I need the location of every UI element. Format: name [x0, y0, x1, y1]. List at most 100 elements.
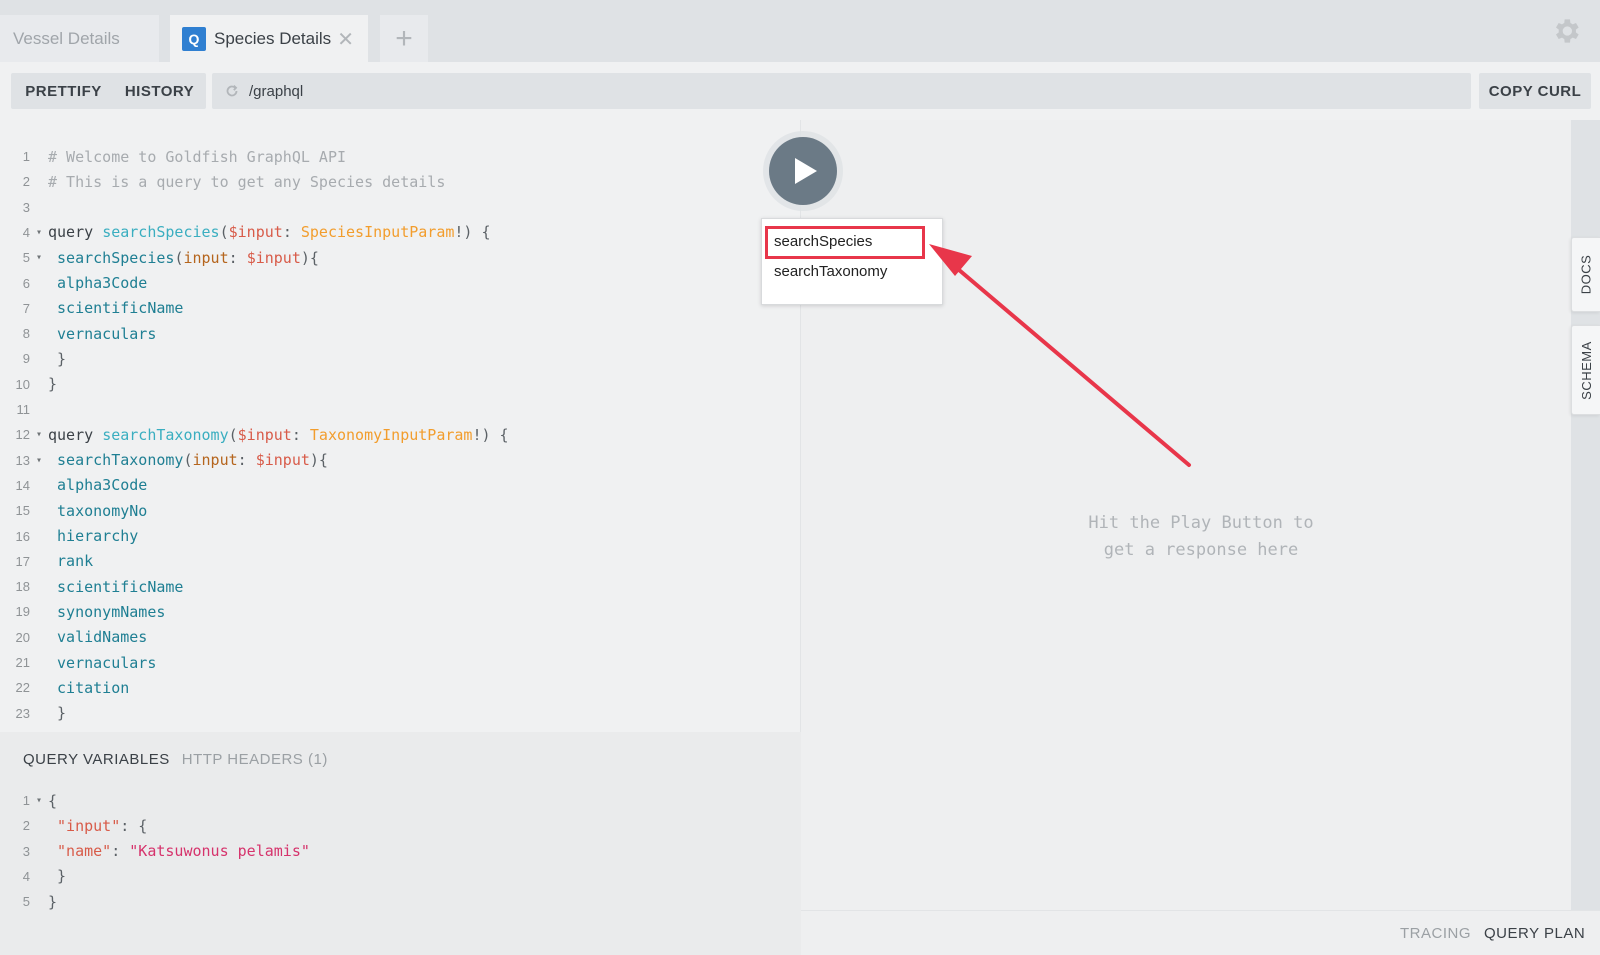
prettify-button[interactable]: PRETTIFY [11, 73, 116, 109]
play-icon [795, 158, 817, 184]
line-number: 2 [22, 174, 30, 190]
line-number: 3 [22, 199, 30, 215]
fold-arrow-icon[interactable]: ▾ [30, 252, 48, 263]
code-line: 9 } [0, 346, 66, 371]
code-token: { [48, 791, 58, 810]
toolbar: PRETTIFY HISTORY /graphql COPY CURL [0, 62, 1600, 120]
gear-icon[interactable] [1550, 15, 1582, 47]
docs-side-tab-label: DOCS [1578, 254, 1594, 295]
line-number: 9 [22, 351, 30, 367]
copy-curl-button[interactable]: COPY CURL [1479, 73, 1591, 109]
annotation-highlight-box [765, 226, 925, 259]
code-token: alpha3Code [48, 274, 148, 292]
tab-http-headers[interactable]: HTTP HEADERS (1) [182, 751, 328, 768]
schema-side-tab[interactable]: SCHEMA [1571, 325, 1600, 415]
code-line: 18 scientificName [0, 574, 184, 599]
code-line: 6 alpha3Code [0, 271, 148, 296]
line-number: 18 [15, 579, 30, 595]
variables-tabs: QUERY VARIABLES HTTP HEADERS (1) [23, 744, 340, 774]
code-line: 4 ▾ query searchSpecies($input: SpeciesInp… [0, 220, 491, 245]
history-button[interactable]: HISTORY [113, 73, 206, 109]
code-token: } [48, 704, 67, 723]
tab-query-variables[interactable]: QUERY VARIABLES [23, 751, 170, 768]
execute-query-button[interactable] [769, 137, 837, 205]
line-number: 8 [22, 326, 30, 342]
code-token: ){ [309, 451, 328, 470]
variables-panel: QUERY VARIABLES HTTP HEADERS (1) 1 ▾{2 "i… [0, 732, 801, 955]
line-number: 19 [15, 604, 30, 620]
tab-species-details[interactable]: Q Species Details ✕ [170, 15, 368, 62]
code-token: # This is a query to get any Species det… [48, 172, 446, 191]
code-token: scientificName [48, 577, 184, 596]
line-number: 20 [15, 629, 30, 645]
code-token: : { [120, 816, 148, 835]
variables-editor[interactable]: 1 ▾{2 "input": {3 "name": "Katsuwonus pel… [0, 788, 801, 948]
response-placeholder-line: Hit the Play Button to [1088, 513, 1314, 533]
tracing-tab[interactable]: TRACING [1400, 925, 1471, 942]
add-tab-button[interactable]: + [380, 15, 428, 62]
code-token: $input [246, 248, 301, 267]
code-line: 21 vernaculars [0, 650, 157, 675]
code-token: } [48, 375, 58, 394]
line-number: 10 [15, 376, 30, 392]
line-number: 2 [22, 818, 30, 834]
code-token: vernaculars [48, 653, 157, 672]
code-line: 4 } [0, 864, 66, 889]
code-line: 23 } [0, 701, 67, 726]
plus-icon: + [395, 21, 413, 55]
tab-label: Vessel Details [13, 28, 120, 48]
line-number: 11 [16, 402, 31, 417]
code-token: "Katsuwonus pelamis" [129, 842, 310, 861]
code-line: 3 "name": "Katsuwonus pelamis" [0, 839, 310, 864]
endpoint-url-text: /graphql [249, 82, 304, 100]
code-token: SpeciesInputParam [300, 223, 455, 242]
code-token: query [48, 223, 103, 242]
code-token: citation [48, 678, 130, 697]
query-plan-tab[interactable]: QUERY PLAN [1484, 925, 1585, 942]
line-number: 5 [22, 894, 30, 910]
close-icon[interactable]: ✕ [337, 27, 354, 52]
code-line: 13 ▾ searchTaxonomy(input: $input){ [0, 448, 328, 473]
code-line: 1 ▾{ [0, 788, 57, 813]
menu-item-search-taxonomy[interactable]: searchTaxonomy [774, 258, 887, 284]
code-line: 7 scientificName [0, 296, 184, 321]
code-token: rank [48, 552, 94, 571]
code-line: 1 # Welcome to Goldfish GraphQL API [0, 144, 346, 169]
code-line: 12 ▾ query searchTaxonomy($input: Taxonomy… [0, 422, 509, 447]
code-token: } [48, 349, 67, 368]
code-line: 5 ▾ searchSpecies(input: $input){ [0, 245, 319, 270]
fold-arrow-icon[interactable]: ▾ [30, 429, 48, 440]
code-token: # Welcome to Goldfish GraphQL API [48, 147, 347, 166]
code-line: 5} [0, 889, 57, 914]
code-token: : [291, 425, 310, 444]
response-footer: TRACING QUERY PLAN [801, 910, 1600, 955]
code-token: TaxonomyInputParam [309, 425, 473, 444]
code-token: scientificName [48, 299, 184, 318]
tab-vessel-details[interactable]: Vessel Details [0, 15, 159, 62]
line-number: 6 [22, 275, 30, 291]
response-placeholder-line: get a response here [1103, 540, 1299, 560]
code-token: input [183, 248, 229, 267]
fold-arrow-icon[interactable]: ▾ [30, 455, 48, 466]
line-number: 7 [22, 300, 30, 316]
code-token: ){ [300, 248, 319, 267]
code-token: searchSpecies [48, 248, 175, 267]
fold-arrow-icon[interactable]: ▾ [30, 795, 48, 806]
code-token: } [48, 867, 67, 886]
line-number: 22 [15, 680, 30, 696]
fold-arrow-icon[interactable]: ▾ [30, 227, 48, 238]
query-tab-badge: Q [182, 26, 206, 51]
docs-side-tab[interactable]: DOCS [1571, 237, 1600, 312]
endpoint-url-input[interactable]: /graphql [212, 73, 1471, 109]
code-line: 19 synonymNames [0, 599, 166, 624]
line-number: 15 [15, 503, 30, 519]
code-token: : [282, 223, 301, 242]
line-number: 3 [22, 843, 30, 859]
refresh-icon[interactable] [223, 82, 241, 100]
code-token: $input [228, 223, 283, 242]
code-line: 3 [0, 195, 48, 220]
code-line: 20 validNames [0, 625, 148, 650]
line-number: 12 [15, 427, 30, 443]
query-editor[interactable]: 1 # Welcome to Goldfish GraphQL API 2 # Thi… [0, 120, 801, 732]
code-token: !) { [472, 425, 509, 444]
